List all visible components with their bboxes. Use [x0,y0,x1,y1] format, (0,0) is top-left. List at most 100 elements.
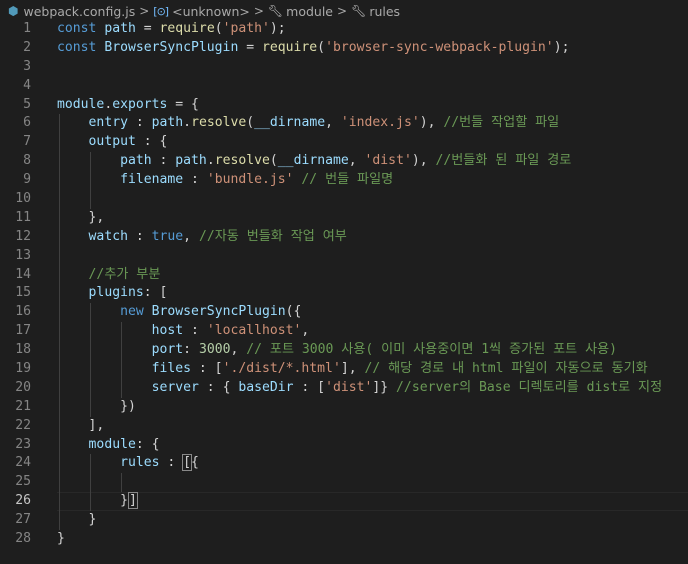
line-number: 28 [15,531,31,547]
line-number: 18 [15,342,31,358]
code-token: { [191,455,199,471]
code-token: BrowserSyncPlugin [104,39,239,55]
code-text: path : path.resolve(__dirname, 'dist'), … [57,152,571,171]
code-line[interactable]: 18 port: 3000, // 포트 3000 사용( 이미 사용중이면 1… [0,341,688,361]
code-line[interactable]: 1 const path = require('path'); [0,20,688,39]
code-line[interactable]: 12 watch : true, //자동 번들화 작업 여부 [0,227,688,247]
code-token: new [120,304,144,320]
code-line[interactable]: 22 ], [0,416,688,436]
code-token: server [151,379,199,395]
code-text: port: 3000, // 포트 3000 사용( 이미 사용중이면 1씩 증… [57,341,617,360]
code-line[interactable]: 7 output : { [0,133,688,153]
code-text: } [57,511,97,530]
code-token: resolve [214,153,270,169]
line-number: 8 [23,153,31,169]
code-token: module [88,436,136,452]
code-line[interactable]: 24 rules : [{ [0,454,688,474]
line-number: 1 [23,21,31,36]
code-token: : { [135,134,168,150]
breadcrumb-unknown[interactable]: [⊙] <unknown> [153,4,250,19]
line-number: 26 [15,493,31,509]
code-token: plugins [88,285,144,301]
indent-guide [90,473,91,493]
code-token: , [348,153,365,169]
code-token: // 번들 파일명 [301,172,394,188]
code-token: ( [269,153,278,169]
code-text: }) [57,398,136,417]
line-number: 24 [15,455,31,471]
code-token: : [ [143,285,168,301]
code-token: rules [120,455,160,471]
code-line[interactable]: 26 }] [0,492,688,512]
code-line[interactable]: 15 plugins: [ [0,284,688,304]
code-line[interactable]: 4 [0,77,688,96]
code-line[interactable]: 9 filename : 'bundle.js' // 번들 파일명 [0,171,688,191]
code-text: plugins: [ [57,284,168,303]
code-line[interactable]: 14 //추가 부분 [0,265,688,285]
code-line[interactable]: 16 new BrowserSyncPlugin({ [0,303,688,323]
breadcrumb-module[interactable]: 🔧︎ module [268,4,333,19]
code-token: : { [198,379,239,395]
code-line[interactable]: 5 module.exports = { [0,96,688,115]
code-line[interactable]: 11 }, [0,208,688,228]
breadcrumb-rules[interactable]: 🔧︎ rules [351,4,400,19]
code-line[interactable]: 3 [0,58,688,77]
code-token: : [127,115,152,131]
code-text: files : ['./dist/*.html'], // 해당 경로 내 ht… [57,360,648,379]
breadcrumb-file-label: webpack.config.js [23,3,136,19]
line-number: 10 [15,191,31,207]
code-token: const [57,21,97,36]
code-text: }, [57,209,105,228]
code-token: } [57,493,128,509]
code-line[interactable]: 6 entry : path.resolve(__dirname, 'index… [0,114,688,134]
code-line[interactable]: 19 files : ['./dist/*.html'], // 해당 경로 내… [0,360,688,379]
code-line[interactable]: 28} [0,530,688,549]
code-line[interactable]: 2 const BrowserSyncPlugin = require('brow… [0,39,688,58]
chevron-right-icon: > [139,4,150,18]
code-text: }] [57,492,138,511]
code-token: output [88,134,136,150]
code-token: 'path' [222,21,270,36]
code-token: [ [182,454,193,472]
line-number: 15 [15,285,31,301]
code-token: 'dist' [364,153,412,169]
code-line[interactable]: 25 [0,473,688,493]
code-line[interactable]: 21 }) [0,397,688,417]
code-token: : { [135,436,160,452]
code-text: //추가 부분 [57,266,161,285]
code-text: output : { [57,133,168,152]
code-line[interactable]: 27 } [0,511,688,531]
code-token: entry [88,115,128,131]
code-line[interactable]: 23 module: { [0,435,688,455]
code-text: const path = require('path'); [57,20,286,39]
chevron-right-icon: > [253,4,264,18]
code-token: ); [269,21,286,36]
chevron-right-icon: > [337,4,348,18]
code-line[interactable]: 10 [0,190,688,209]
indent-guide [59,473,60,493]
breadcrumb-file[interactable]: ⬢ webpack.config.js [8,4,135,19]
line-number: 4 [23,77,31,93]
code-token: : [159,455,184,471]
breadcrumb-module-label: module [286,3,334,19]
code-token: __dirname [277,153,349,169]
code-line[interactable]: 17 host : 'locallhost', [0,322,688,342]
code-line[interactable]: 20 server : { baseDir : ['dist']} //serv… [0,378,688,398]
code-token: require [261,39,318,55]
code-line[interactable]: 8 path : path.resolve(__dirname, 'dist')… [0,152,688,172]
code-editor[interactable]: 1 const path = require('path'); 2 const Bro… [0,20,688,549]
line-number: 23 [15,436,31,452]
code-token: true [151,228,184,244]
code-token: './dist/*.html' [222,361,341,377]
code-line[interactable]: 13 [0,246,688,266]
code-token: . [183,115,192,131]
code-token: : [ [191,361,223,377]
code-token: 'dist' [325,379,373,395]
code-token: ); [553,39,570,55]
code-text: } [57,530,65,549]
